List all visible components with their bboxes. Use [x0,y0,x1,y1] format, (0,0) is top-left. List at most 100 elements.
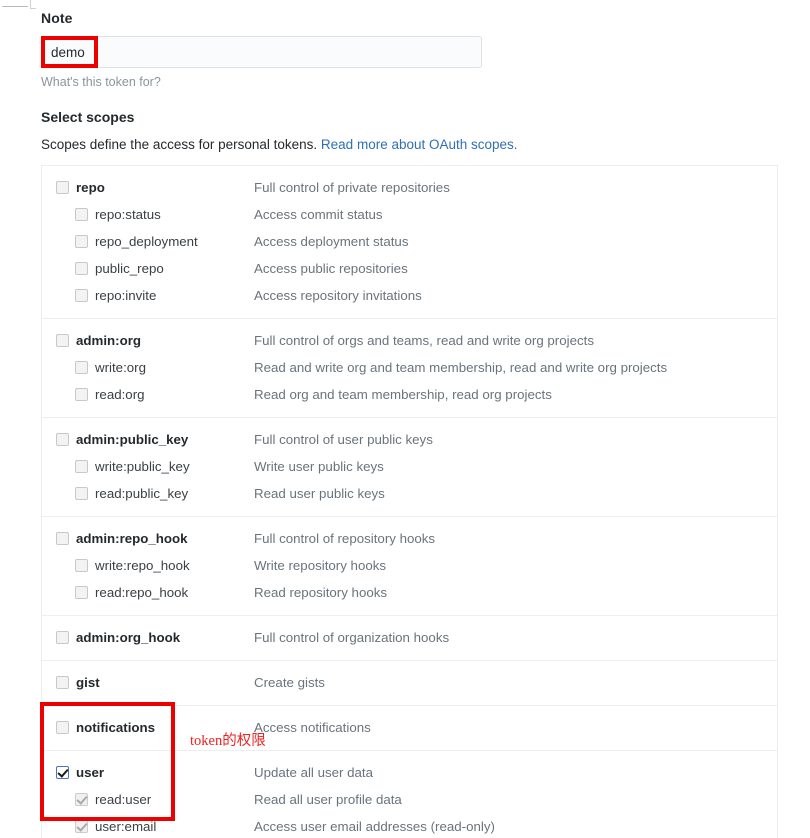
scope-name: repo:invite [95,288,157,303]
scope-description: Create gists [254,675,325,690]
scope-description: Read all user profile data [254,792,402,807]
scope-group: admin:org Full control of orgs and teams,… [42,319,777,418]
scope-checkbox-repo:invite[interactable] [75,289,88,302]
scope-checkbox-write:org[interactable] [75,361,88,374]
scope-row[interactable]: repo:status Access commit status [42,201,777,228]
scope-description: Read repository hooks [254,585,388,600]
scope-name: public_repo [95,261,164,276]
scope-description: Access deployment status [254,234,409,249]
scopes-description: Scopes define the access for personal to… [41,137,518,152]
scope-checkbox-admin:org_hook[interactable] [56,631,69,644]
scope-group: notifications Access notifications [42,706,777,751]
note-input[interactable] [41,36,482,68]
scope-description: Full control of organization hooks [254,630,450,645]
scope-name: read:repo_hook [95,585,189,600]
scope-description: Read and write org and team membership, … [254,360,668,375]
oauth-scopes-link[interactable]: Read more about OAuth scopes. [321,137,518,152]
scope-name: admin:repo_hook [76,531,188,546]
scope-checkbox-write:public_key[interactable] [75,460,88,473]
note-label: Note [41,10,73,26]
scope-name: user [76,765,105,780]
scope-description: Access public repositories [254,261,408,276]
scope-description: Full control of private repositories [254,180,450,195]
scope-row[interactable]: repo Full control of private repositories [42,174,777,201]
scope-checkbox-public_repo[interactable] [75,262,88,275]
scope-row[interactable]: repo:invite Access repository invitations [42,282,777,309]
scope-name: read:user [95,792,152,807]
browser-chrome-fragment [2,6,28,7]
scope-name: write:public_key [95,459,190,474]
scope-checkbox-user:email[interactable] [75,820,88,833]
scope-description: Full control of user public keys [254,432,433,447]
scope-checkbox-repo:status[interactable] [75,208,88,221]
scope-checkbox-read:org[interactable] [75,388,88,401]
scope-row[interactable]: write:org Read and write org and team mem… [42,354,777,381]
scope-checkbox-repo[interactable] [56,181,69,194]
browser-chrome-fragment-edge [30,0,36,9]
scope-row[interactable]: write:repo_hook Write repository hooks [42,552,777,579]
scope-group: user Update all user data read:user Read al… [42,751,777,838]
scope-description: Access user email addresses (read-only) [254,819,495,834]
scope-name: notifications [76,720,156,735]
scope-row[interactable]: user Update all user data [42,759,777,786]
scope-checkbox-user[interactable] [56,766,69,779]
scope-description: Full control of orgs and teams, read and… [254,333,594,348]
scope-description: Full control of repository hooks [254,531,436,546]
scope-group: repo Full control of private repositories… [42,166,777,319]
scope-name: repo:status [95,207,161,222]
scope-description: Write user public keys [254,459,384,474]
scope-row[interactable]: admin:public_key Full control of user pub… [42,426,777,453]
scope-checkbox-notifications[interactable] [56,721,69,734]
scope-row[interactable]: read:user Read all user profile data [42,786,777,813]
scope-checkbox-admin:repo_hook[interactable] [56,532,69,545]
scope-name: gist [76,675,100,690]
scope-name: repo_deployment [95,234,198,249]
select-scopes-heading: Select scopes [41,109,135,125]
scopes-description-text: Scopes define the access for personal to… [41,137,321,152]
scope-description: Access repository invitations [254,288,422,303]
scope-row[interactable]: admin:repo_hook Full control of repositor… [42,525,777,552]
scope-name: admin:public_key [76,432,189,447]
scope-group: admin:org_hook Full control of organizati… [42,616,777,661]
scope-name: read:org [95,387,145,402]
scope-checkbox-gist[interactable] [56,676,69,689]
scope-description: Access notifications [254,720,371,735]
scope-row[interactable]: gist Create gists [42,669,777,696]
user-scope-annotation-text: token的权限 [190,733,266,749]
scope-row[interactable]: repo_deployment Access deployment status [42,228,777,255]
scope-name: write:repo_hook [95,558,190,573]
scope-group: gist Create gists [42,661,777,706]
scope-description: Update all user data [254,765,374,780]
scope-row[interactable]: admin:org_hook Full control of organizati… [42,624,777,651]
scope-checkbox-admin:public_key[interactable] [56,433,69,446]
token-settings-page: Note What's this token for? Select scope… [0,0,810,838]
scope-name: admin:org_hook [76,630,181,645]
scope-row[interactable]: read:public_key Read user public keys [42,480,777,507]
scope-checkbox-admin:org[interactable] [56,334,69,347]
scope-name: repo [76,180,105,195]
scope-checkbox-read:repo_hook[interactable] [75,586,88,599]
scope-row[interactable]: user:email Access user email addresses (r… [42,813,777,838]
scope-name: read:public_key [95,486,189,501]
scope-row[interactable]: notifications Access notifications [42,714,777,741]
scope-row[interactable]: public_repo Access public repositories [42,255,777,282]
scope-description: Read user public keys [254,486,385,501]
scope-row[interactable]: write:public_key Write user public keys [42,453,777,480]
scope-description: Write repository hooks [254,558,387,573]
scope-name: admin:org [76,333,142,348]
note-help-text: What's this token for? [41,75,161,89]
scope-checkbox-repo_deployment[interactable] [75,235,88,248]
scope-row[interactable]: read:org Read org and team membership, re… [42,381,777,408]
scopes-panel: repo Full control of private repositories… [41,165,778,838]
scope-name: user:email [95,819,157,834]
scope-checkbox-write:repo_hook[interactable] [75,559,88,572]
scope-name: write:org [95,360,146,375]
scope-group: admin:public_key Full control of user pub… [42,418,777,517]
scope-row[interactable]: admin:org Full control of orgs and teams,… [42,327,777,354]
scope-row[interactable]: read:repo_hook Read repository hooks [42,579,777,606]
scope-description: Access commit status [254,207,383,222]
scope-checkbox-read:public_key[interactable] [75,487,88,500]
scope-description: Read org and team membership, read org p… [254,387,552,402]
scope-checkbox-read:user[interactable] [75,793,88,806]
scope-group: admin:repo_hook Full control of repositor… [42,517,777,616]
